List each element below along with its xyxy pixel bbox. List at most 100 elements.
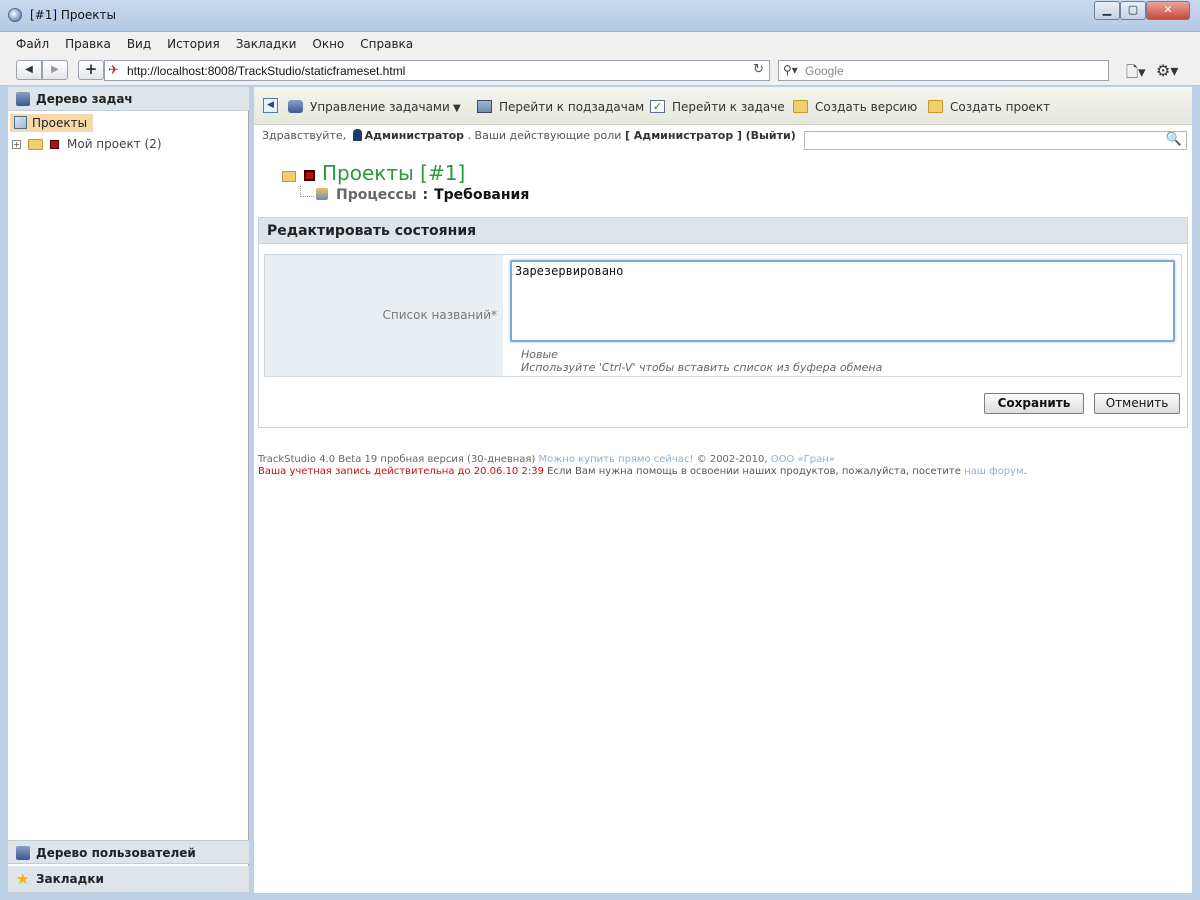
folder-icon — [793, 100, 808, 113]
processes-link[interactable]: Процессы — [336, 187, 417, 203]
requirements-label: Требования — [434, 187, 530, 203]
reload-icon[interactable]: ↻ — [753, 62, 764, 77]
page-title[interactable]: Проекты [#1] — [322, 161, 465, 185]
process-icon — [316, 188, 328, 200]
tree-root-label: Проекты — [32, 116, 88, 130]
browser-icon — [8, 8, 22, 22]
create-project-label: Создать проект — [950, 100, 1051, 114]
left-frame: Дерево задач Проекты + Мой проект (2) Де… — [8, 87, 249, 893]
forward-button[interactable]: ▶ — [42, 60, 68, 80]
goto-subtasks-button[interactable]: Перейти к подзадачам — [477, 99, 644, 115]
company-link[interactable]: ООО «Гран» — [771, 454, 835, 465]
users-tree-header[interactable]: Дерево пользователей — [8, 840, 249, 864]
subtasks-icon — [477, 100, 492, 113]
create-project-button[interactable]: Создать проект — [928, 99, 1050, 115]
folder-icon — [282, 171, 296, 182]
window-edge — [1192, 87, 1200, 893]
box-icon — [14, 116, 27, 129]
greeting-line: Здравствуйте, Администратор . Ваши дейст… — [262, 129, 796, 142]
status-square-icon — [304, 170, 315, 181]
expand-icon[interactable]: + — [12, 140, 21, 149]
menu-view[interactable]: Вид — [119, 36, 159, 54]
back-button[interactable]: ◀ — [16, 60, 42, 80]
copyright-text: © 2002-2010, — [696, 454, 768, 465]
names-list-label: Список названий* — [265, 255, 503, 376]
footer-period: . — [1023, 466, 1027, 477]
manage-tasks-menu[interactable]: Управление задачами ▼ — [288, 99, 461, 115]
action-toolbar: ◀ Управление задачами ▼ Перейти к подзад… — [254, 87, 1192, 125]
footer-product: TrackStudio 4.0 Beta 19 пробная версия (… — [258, 454, 835, 465]
user-link[interactable]: Администратор — [365, 129, 464, 142]
names-list-row: Список названий* Зарезервировано Новые И… — [264, 254, 1182, 377]
breadcrumb-separator: : — [422, 187, 429, 203]
folder-icon — [28, 139, 43, 150]
goto-task-label: Перейти к задаче — [672, 100, 785, 114]
quick-search-input[interactable]: 🔍 — [804, 131, 1187, 150]
status-square-icon — [50, 140, 59, 149]
goto-subtasks-label: Перейти к подзадачам — [499, 100, 645, 114]
roles-text: . Ваши действующие роли — [467, 129, 622, 142]
task-tree-header[interactable]: Дерево задач — [8, 87, 249, 111]
chevron-down-icon: ▼ — [449, 103, 461, 114]
logout-link[interactable]: (Выйти) — [746, 129, 796, 142]
web-search-input[interactable]: ⚲▾ Google — [778, 60, 1109, 81]
star-icon: ★ — [16, 870, 30, 888]
window-title: [#1] Проекты — [30, 8, 116, 22]
save-button[interactable]: Сохранить — [984, 393, 1084, 414]
search-icon[interactable]: 🔍 — [1166, 132, 1182, 147]
check-icon: ✓ — [650, 100, 665, 113]
users-tree-title: Дерево пользователей — [36, 846, 196, 860]
roles-value: [ Администратор ] — [624, 129, 743, 142]
task-tree-icon — [16, 92, 30, 106]
menu-window[interactable]: Окно — [304, 36, 352, 54]
create-version-label: Создать версию — [815, 100, 918, 114]
tree-connector — [300, 185, 314, 197]
maximize-button[interactable]: ▢ — [1120, 1, 1146, 20]
names-list-textarea[interactable]: Зарезервировано — [510, 260, 1175, 342]
menu-help[interactable]: Справка — [352, 36, 421, 54]
manage-tasks-label: Управление задачами — [310, 100, 450, 114]
close-button[interactable]: ✕ — [1146, 1, 1190, 20]
greeting-hello: Здравствуйте, — [262, 129, 347, 142]
create-version-button[interactable]: Создать версию — [793, 99, 917, 115]
names-list-hint: Новые Используйте 'Ctrl-V' чтобы вставит… — [521, 348, 882, 374]
help-text: Если Вам нужна помощь в освоении наших п… — [547, 466, 961, 477]
users-tree-icon — [16, 846, 30, 860]
breadcrumb-sub: Процессы: Требования — [316, 187, 529, 203]
buy-link[interactable]: Можно купить прямо сейчас! — [539, 454, 694, 465]
edit-states-panel: Редактировать состояния Список названий*… — [258, 217, 1188, 428]
collapse-panel-icon[interactable]: ◀ — [263, 98, 278, 113]
gear-icon[interactable]: ⚙▾ — [1156, 61, 1178, 80]
goto-task-button[interactable]: ✓ Перейти к задаче — [650, 99, 785, 115]
cancel-button[interactable]: Отменить — [1094, 393, 1180, 414]
tree-root-projects[interactable]: Проекты — [10, 114, 94, 132]
user-icon — [352, 129, 362, 141]
tasks-icon — [288, 100, 303, 113]
product-text: TrackStudio 4.0 Beta 19 пробная версия (… — [258, 454, 536, 465]
address-bar[interactable]: ✈ http://localhost:8008/TrackStudio/stat… — [104, 60, 770, 81]
minimize-button[interactable]: ▁ — [1094, 1, 1120, 20]
window-titlebar: [#1] Проекты ▁ ▢ ✕ — [0, 0, 1200, 32]
web-search-placeholder: Google — [805, 64, 844, 78]
hint-new: Новые — [521, 348, 558, 361]
url-text: http://localhost:8008/TrackStudio/static… — [127, 64, 406, 78]
menu-bookmarks[interactable]: Закладки — [228, 36, 305, 54]
page-menu-icon[interactable]: 🗋▾ — [1126, 62, 1146, 87]
menu-edit[interactable]: Правка — [57, 36, 119, 54]
task-tree-title: Дерево задач — [36, 92, 133, 106]
bookmarks-header[interactable]: ★ Закладки — [8, 866, 249, 893]
menu-file[interactable]: Файл — [8, 36, 57, 54]
bookmarks-title: Закладки — [36, 872, 104, 886]
site-icon: ✈ — [108, 63, 119, 78]
search-icon[interactable]: ⚲▾ — [783, 63, 798, 77]
browser-chrome: Файл Правка Вид История Закладки Окно Сп… — [0, 32, 1200, 86]
footer-account: Ваша учетная запись действительна до 20.… — [258, 466, 1027, 477]
menu-bar: Файл Правка Вид История Закладки Окно Сп… — [8, 36, 421, 54]
account-warning: Ваша учетная запись действительна до 20.… — [258, 466, 544, 477]
hint-paste: Используйте 'Ctrl-V' чтобы вставить спис… — [521, 361, 883, 374]
tree-item-my-project[interactable]: + Мой проект (2) — [12, 135, 162, 153]
content-frame: ◀ Управление задачами ▼ Перейти к подзад… — [254, 87, 1192, 893]
forum-link[interactable]: наш форум — [964, 466, 1023, 477]
menu-history[interactable]: История — [159, 36, 228, 54]
new-tab-button[interactable]: + — [78, 60, 104, 80]
